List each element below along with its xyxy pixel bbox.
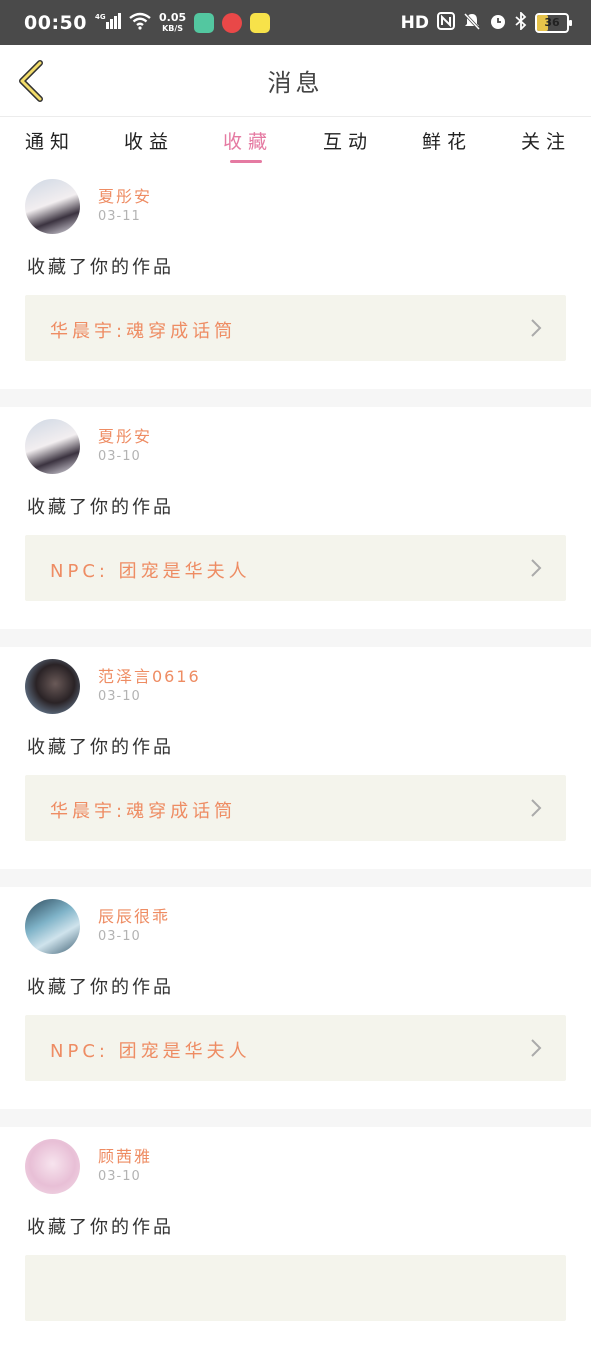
- tab-favorites[interactable]: 收藏: [223, 127, 273, 154]
- username[interactable]: 顾茜雅: [98, 1143, 152, 1167]
- work-title: 华晨宇:魂穿成话筒: [50, 321, 237, 342]
- avatar[interactable]: [25, 899, 80, 954]
- list-item: 夏彤安 03-10 收藏了你的作品 NPC: 团宠是华夫人: [0, 407, 591, 629]
- avatar[interactable]: [25, 659, 80, 714]
- list-item: 辰辰很乖 03-10 收藏了你的作品 NPC: 团宠是华夫人: [0, 887, 591, 1109]
- wifi-icon: [129, 12, 151, 34]
- battery-icon: 36: [535, 12, 572, 33]
- divider: [0, 629, 591, 647]
- list-item: 夏彤安 03-11 收藏了你的作品 华晨宇:魂穿成话筒: [0, 167, 591, 389]
- message-date: 03-11: [98, 209, 141, 224]
- chevron-right-icon: [531, 799, 542, 817]
- list-item: 顾茜雅 03-10 收藏了你的作品: [0, 1127, 591, 1349]
- avatar[interactable]: [25, 179, 80, 234]
- work-link[interactable]: NPC: 团宠是华夫人: [25, 1015, 566, 1081]
- tab-follows[interactable]: 关注: [521, 127, 571, 154]
- header: 消息: [0, 45, 591, 117]
- hd-indicator: HD: [400, 12, 429, 33]
- mute-icon: [463, 12, 481, 34]
- chevron-right-icon: [531, 1039, 542, 1057]
- chevron-left-icon: [19, 60, 43, 102]
- status-time: 00:50: [24, 11, 87, 34]
- divider: [0, 869, 591, 887]
- message-date: 03-10: [98, 449, 141, 464]
- app-notification-icon: [194, 12, 215, 33]
- svg-text:4G: 4G: [95, 13, 106, 21]
- avatar[interactable]: [25, 419, 80, 474]
- list-item: 范泽言0616 03-10 收藏了你的作品 华晨宇:魂穿成话筒: [0, 647, 591, 869]
- qq-icon: [250, 12, 271, 33]
- chevron-right-icon: [531, 559, 542, 577]
- avatar[interactable]: [25, 1139, 80, 1194]
- divider: [0, 389, 591, 407]
- message-date: 03-10: [98, 1169, 141, 1184]
- netease-music-icon: [222, 12, 243, 33]
- tab-bar: 通知 收益 收藏 互动 鲜花 关注: [0, 117, 591, 167]
- username[interactable]: 夏彤安: [98, 183, 152, 207]
- message-text: 收藏了你的作品: [27, 257, 174, 278]
- divider: [0, 1109, 591, 1127]
- back-button[interactable]: [14, 59, 48, 103]
- tab-interactions[interactable]: 互动: [323, 127, 373, 154]
- tab-earnings[interactable]: 收益: [124, 127, 174, 154]
- tab-notifications[interactable]: 通知: [25, 127, 75, 154]
- work-link[interactable]: 华晨宇:魂穿成话筒: [25, 295, 566, 361]
- work-link[interactable]: NPC: 团宠是华夫人: [25, 535, 566, 601]
- work-title: NPC: 团宠是华夫人: [50, 561, 251, 582]
- chevron-right-icon: [531, 319, 542, 337]
- message-date: 03-10: [98, 929, 141, 944]
- username[interactable]: 范泽言0616: [98, 663, 201, 687]
- username[interactable]: 夏彤安: [98, 423, 152, 447]
- bluetooth-icon: [515, 10, 527, 34]
- message-text: 收藏了你的作品: [27, 977, 174, 998]
- tab-flowers[interactable]: 鲜花: [422, 127, 472, 154]
- work-title: NPC: 团宠是华夫人: [50, 1041, 251, 1062]
- page-title: 消息: [267, 69, 324, 97]
- message-list: 夏彤安 03-11 收藏了你的作品 华晨宇:魂穿成话筒 夏彤安 03-10 收藏…: [0, 167, 591, 1349]
- message-text: 收藏了你的作品: [27, 737, 174, 758]
- message-text: 收藏了你的作品: [27, 497, 174, 518]
- signal-icon: 4G: [95, 12, 121, 34]
- nfc-icon: [437, 11, 455, 34]
- network-speed: 0.05 KB/S: [158, 10, 187, 33]
- work-title: 华晨宇:魂穿成话筒: [50, 801, 237, 822]
- username[interactable]: 辰辰很乖: [98, 903, 170, 927]
- message-date: 03-10: [98, 689, 141, 704]
- status-bar: 00:50 4G 0.05 KB/S HD 36: [0, 0, 591, 45]
- active-tab-indicator: [230, 160, 262, 163]
- alarm-icon: [489, 12, 507, 34]
- work-link[interactable]: 华晨宇:魂穿成话筒: [25, 775, 566, 841]
- work-link[interactable]: [25, 1255, 566, 1321]
- message-text: 收藏了你的作品: [27, 1217, 174, 1238]
